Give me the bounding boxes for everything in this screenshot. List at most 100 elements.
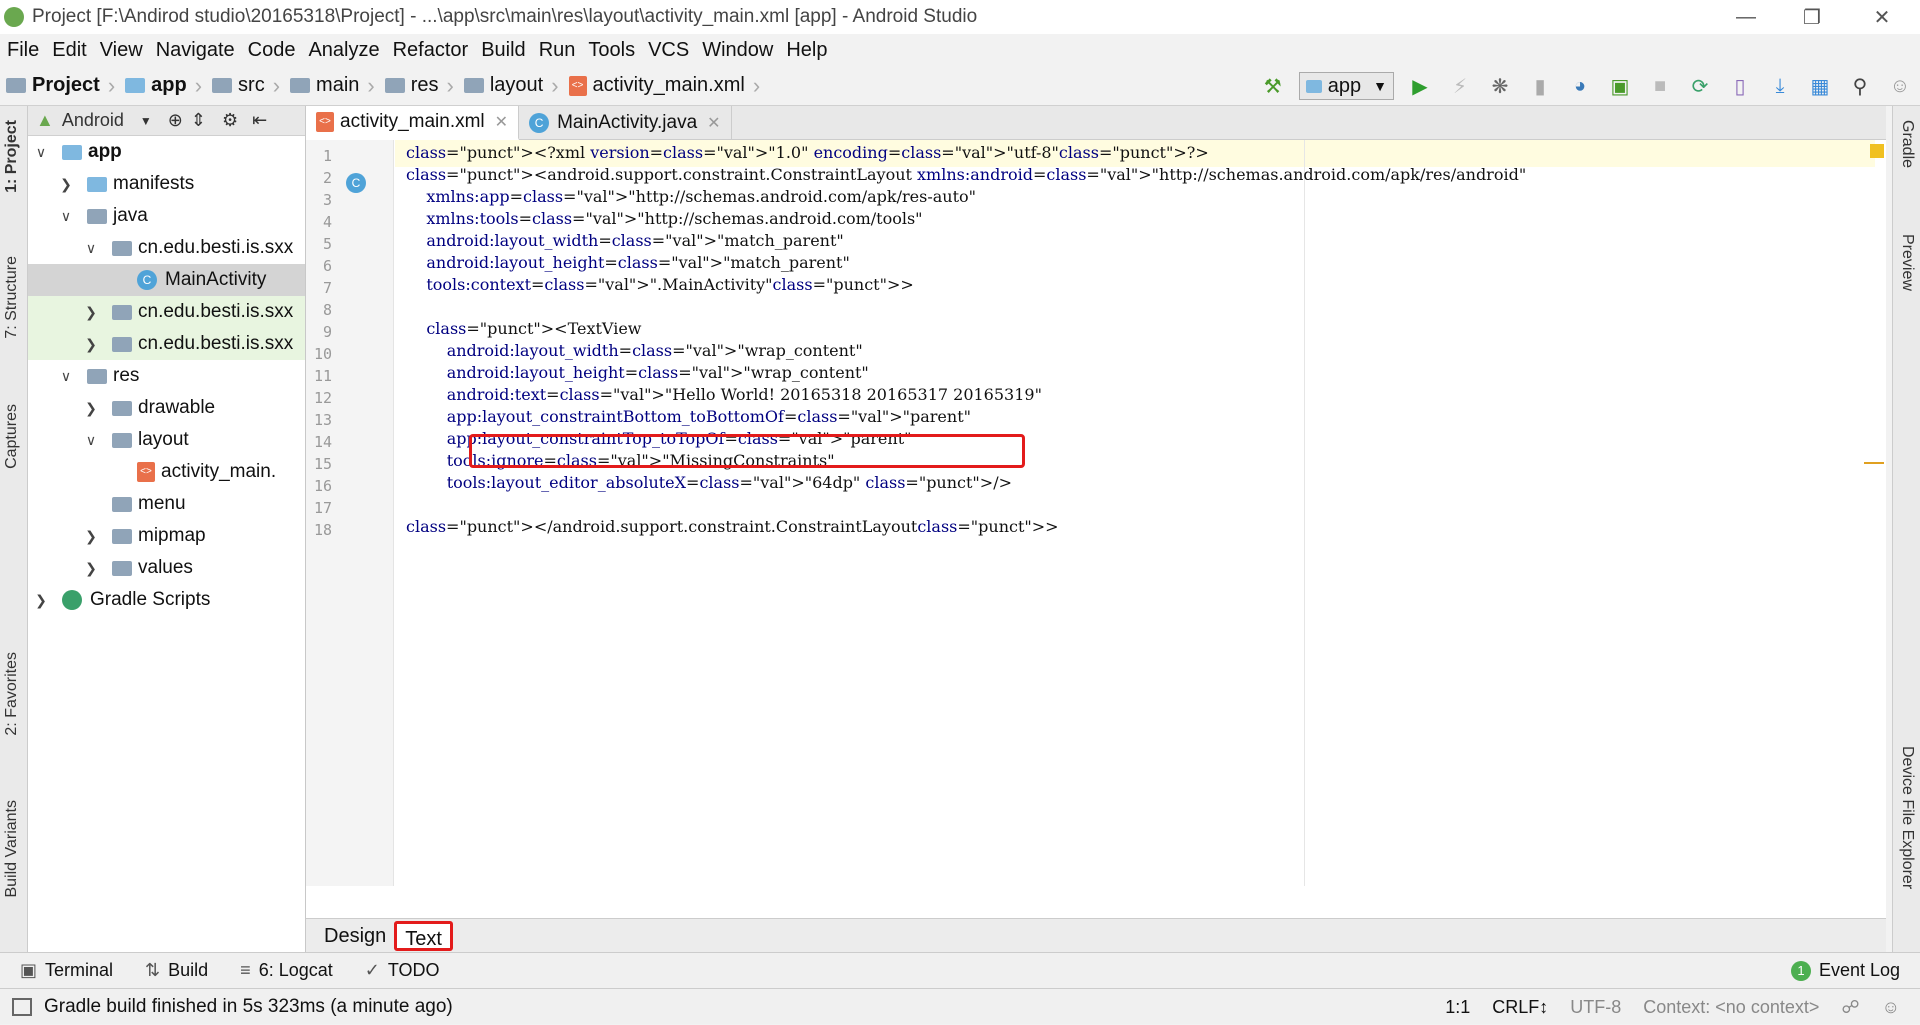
sdk-manager-icon[interactable]: ⤓ [1765,71,1795,101]
tab-gradle[interactable]: Gradle [1898,120,1916,168]
view-mode-select[interactable]: Android [62,110,124,131]
tree-item[interactable]: ❯ mipmap [28,520,305,552]
lock-icon[interactable]: ☍ [1841,997,1859,1018]
menu-help[interactable]: Help [786,39,827,62]
tab-captures[interactable]: Captures [3,404,21,469]
tab-build[interactable]: ⇅ Build [145,960,208,981]
breadcrumb-res[interactable]: res › [379,66,458,106]
search-icon[interactable]: ⚲ [1845,71,1875,101]
gear-icon[interactable]: ⚙ [222,110,238,131]
warning-marker-icon[interactable] [1870,144,1884,158]
toggle-tool-windows-icon[interactable] [12,997,32,1016]
tree-item[interactable]: C MainActivity [28,264,305,296]
breadcrumb-layout[interactable]: layout › [458,66,563,106]
menu-run[interactable]: Run [539,39,576,62]
chevron-right-icon[interactable]: ❯ [84,304,98,321]
tree-item[interactable]: menu [28,488,305,520]
tab-logcat[interactable]: ≡ 6: Logcat [240,960,333,981]
tab-terminal[interactable]: ▣ Terminal [20,960,113,981]
tab-structure[interactable]: 7: Structure [3,256,21,339]
breadcrumb-main[interactable]: main › [284,66,379,106]
stop-icon[interactable]: ■ [1645,71,1675,101]
tree-item[interactable]: ∨ cn.edu.besti.is.sxx [28,232,305,264]
tree-item[interactable]: ❯ manifests [28,168,305,200]
chevron-down-icon[interactable]: ▼ [140,114,152,128]
tree-item[interactable]: ∨ res [28,360,305,392]
avd-manager-icon[interactable]: ▯ [1725,71,1755,101]
menu-view[interactable]: View [100,39,143,62]
tree-item[interactable]: ∨ java [28,200,305,232]
tree-item[interactable]: ∨ app [28,136,305,168]
run-config-select[interactable]: app ▼ [1298,72,1394,100]
tree-item[interactable]: <> activity_main. [28,456,305,488]
menu-code[interactable]: Code [248,39,296,62]
sync-gradle-icon[interactable]: ⟳ [1685,71,1715,101]
attach-process-icon[interactable]: ▣ [1605,71,1635,101]
user-icon[interactable]: ☺ [1885,71,1915,101]
tree-item[interactable]: ❯ cn.edu.besti.is.sxx [28,296,305,328]
close-button[interactable]: ✕ [1852,0,1912,34]
menu-build[interactable]: Build [481,39,525,62]
attach-debugger-icon[interactable]: ▮ [1525,71,1555,101]
tab-activity-main-xml[interactable]: <> activity_main.xml ✕ [306,106,520,140]
line-separator[interactable]: CRLF↕ [1492,997,1548,1018]
event-log-button[interactable]: 1 Event Log [1790,960,1900,981]
breadcrumb-activity-main[interactable]: <> activity_main.xml › [563,66,765,106]
chevron-down-icon[interactable]: ∨ [59,368,73,385]
collapse-all-icon[interactable]: ⇕ [191,110,206,131]
tab-favorites[interactable]: 2: Favorites [3,652,21,736]
chevron-right-icon[interactable]: ❯ [84,400,98,417]
menu-analyze[interactable]: Analyze [308,39,379,62]
menu-file[interactable]: File [7,39,39,62]
menu-edit[interactable]: Edit [52,39,86,62]
tab-main-activity-java[interactable]: C MainActivity.java ✕ [519,106,732,140]
context-selector[interactable]: Context: <no context> [1643,997,1819,1018]
breadcrumb-project[interactable]: Project › [0,66,119,106]
tree-item[interactable]: ❯ cn.edu.besti.is.sxx [28,328,305,360]
tab-design[interactable]: Design [316,921,394,951]
chevron-right-icon[interactable]: ❯ [84,528,98,545]
close-tab-icon[interactable]: ✕ [707,113,720,133]
code-editor[interactable]: 1 2 3 4 5 6 7 8 9 10 11 12 13 14 15 16 17 18 C class="pun… [306,140,1886,918]
run-icon[interactable]: ▶ [1405,71,1435,101]
chevron-right-icon[interactable]: ❯ [84,336,98,353]
chevron-down-icon[interactable]: ∨ [59,208,73,225]
tree-item[interactable]: ❯ Gradle Scripts [28,584,305,616]
apply-changes-icon[interactable]: ⚡ [1445,71,1475,101]
tab-todo[interactable]: ✓ TODO [365,960,440,981]
scroll-marker[interactable] [1864,462,1884,464]
hide-panel-icon[interactable]: ⇤ [252,110,267,131]
tree-item[interactable]: ❯ values [28,552,305,584]
menu-window[interactable]: Window [702,39,773,62]
breadcrumb-src[interactable]: src › [206,66,284,106]
close-tab-icon[interactable]: ✕ [495,112,508,132]
menu-navigate[interactable]: Navigate [156,39,235,62]
chevron-right-icon[interactable]: ❯ [34,592,48,609]
minimize-button[interactable]: — [1716,0,1776,34]
tab-preview[interactable]: Preview [1898,234,1916,291]
inspector-icon[interactable]: ☺ [1882,997,1900,1018]
project-structure-icon[interactable]: ▦ [1805,71,1835,101]
class-gutter-icon[interactable]: C [346,173,366,193]
profile-icon[interactable]: ◕ [1565,71,1595,101]
tree-item[interactable]: ❯ drawable [28,392,305,424]
tab-build-variants[interactable]: Build Variants [3,800,21,898]
debug-icon[interactable]: ❋ [1485,71,1515,101]
tab-project[interactable]: 1: Project [3,120,21,193]
chevron-down-icon[interactable]: ∨ [84,240,98,257]
restore-button[interactable]: ❐ [1782,0,1842,34]
menu-refactor[interactable]: Refactor [393,39,469,62]
file-encoding[interactable]: UTF-8 [1570,997,1621,1018]
locate-icon[interactable]: ⊕ [168,110,183,131]
tab-device-file-explorer[interactable]: Device File Explorer [1898,746,1916,889]
tree-item[interactable]: ∨ layout [28,424,305,456]
make-project-icon[interactable]: ⚒ [1258,71,1288,101]
breadcrumb-app[interactable]: app › [119,66,206,106]
tab-text[interactable]: Text [394,920,453,951]
menu-vcs[interactable]: VCS [648,39,689,62]
chevron-down-icon[interactable]: ∨ [34,144,48,161]
menu-tools[interactable]: Tools [588,39,635,62]
chevron-right-icon[interactable]: ❯ [84,560,98,577]
caret-position[interactable]: 1:1 [1445,997,1470,1018]
chevron-down-icon[interactable]: ∨ [84,432,98,449]
